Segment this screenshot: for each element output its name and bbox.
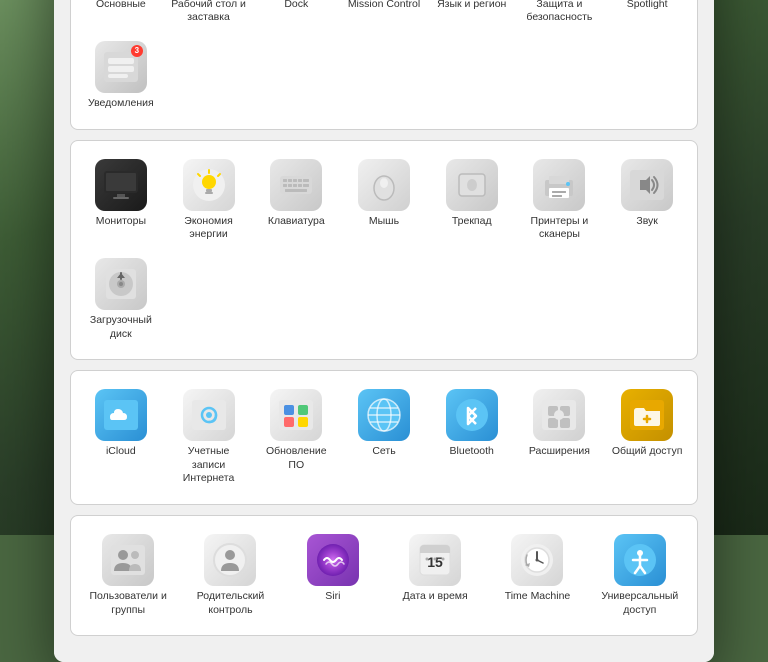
icloud-icon: [95, 389, 147, 441]
personal-grid: Основные: [79, 0, 689, 117]
mouse-icon: [358, 159, 410, 211]
timemachine-icon: [511, 534, 563, 586]
icon-monitors[interactable]: Мониторы: [79, 153, 163, 248]
siri-icon: [307, 534, 359, 586]
icon-energy[interactable]: Экономия энергии: [167, 153, 251, 248]
datetime-icon: 15: [409, 534, 461, 586]
sharing-label: Общий доступ: [612, 445, 683, 459]
trackpad-label: Трекпад: [452, 215, 492, 229]
icon-notif[interactable]: 3 Уведомления: [79, 35, 163, 117]
icon-bluetooth[interactable]: Bluetooth: [430, 383, 514, 492]
system-preferences-window: ‹ › Системные настройки 🔍 Поиск: [54, 0, 714, 662]
timemachine-label: Time Machine: [505, 590, 571, 604]
energy-label: Экономия энергии: [171, 215, 247, 242]
accessibility-icon: [614, 534, 666, 586]
icon-osnovnye[interactable]: Основные: [79, 0, 163, 31]
icon-accessibility[interactable]: Универсальный доступ: [591, 528, 689, 623]
lang-label: Язык и регион: [437, 0, 506, 11]
icon-extensions[interactable]: Расширения: [518, 383, 602, 492]
icon-siri[interactable]: Siri: [284, 528, 382, 623]
security-label: Защита и безопасность: [522, 0, 598, 25]
hardware-grid: Мониторы: [79, 153, 689, 348]
network-icon: [358, 389, 410, 441]
icon-icloud[interactable]: iCloud: [79, 383, 163, 492]
icon-timemachine[interactable]: Time Machine: [488, 528, 586, 623]
icon-keyboard[interactable]: Клавиатура: [254, 153, 338, 248]
datetime-label: Дата и время: [403, 590, 468, 604]
keyboard-icon: [270, 159, 322, 211]
desktop-label: Рабочий стол и заставка: [171, 0, 247, 25]
spotlight-label: Spotlight: [627, 0, 668, 11]
printers-label: Принтеры и сканеры: [522, 215, 598, 242]
icon-dock[interactable]: Dock: [254, 0, 338, 31]
parental-label: Родительский контроль: [185, 590, 275, 617]
internet-grid: iCloud Учетные записи Интернета: [79, 383, 689, 492]
sound-icon: [621, 159, 673, 211]
icon-accounts[interactable]: Учетные записи Интернета: [167, 383, 251, 492]
icon-printers[interactable]: Принтеры и сканеры: [518, 153, 602, 248]
users-label: Пользователи и группы: [83, 590, 173, 617]
sound-label: Звук: [636, 215, 658, 229]
bluetooth-label: Bluetooth: [450, 445, 494, 459]
icon-security[interactable]: Защита и безопасность: [518, 0, 602, 31]
icon-parental[interactable]: Родительский контроль: [181, 528, 279, 623]
icon-trackpad[interactable]: Трекпад: [430, 153, 514, 248]
network-label: Сеть: [372, 445, 395, 459]
update-icon: [270, 389, 322, 441]
svg-text:15: 15: [427, 554, 443, 570]
monitors-icon: [95, 159, 147, 211]
icon-datetime[interactable]: 15 Дата и время: [386, 528, 484, 623]
accessibility-label: Универсальный доступ: [595, 590, 685, 617]
trackpad-icon: [446, 159, 498, 211]
system-grid: Пользователи и группы Родительский контр…: [79, 528, 689, 623]
icon-sharing[interactable]: Общий доступ: [605, 383, 689, 492]
users-icon: [102, 534, 154, 586]
startup-icon: [95, 258, 147, 310]
icon-desktop[interactable]: File Рабочий стол и заставка: [167, 0, 251, 31]
icon-sound[interactable]: Звук: [605, 153, 689, 248]
icon-lang[interactable]: Язык и регион: [430, 0, 514, 31]
content-area: Основные: [54, 0, 714, 662]
parental-icon: [204, 534, 256, 586]
internet-section: iCloud Учетные записи Интернета: [70, 370, 698, 505]
icon-mission[interactable]: Mission Control: [342, 0, 426, 31]
notif-label: Уведомления: [88, 97, 154, 111]
icon-network[interactable]: Сеть: [342, 383, 426, 492]
sharing-icon: [621, 389, 673, 441]
printers-icon: [533, 159, 585, 211]
dock-label: Dock: [284, 0, 308, 11]
startup-label: Загрузочный диск: [83, 314, 159, 341]
icon-mouse[interactable]: Мышь: [342, 153, 426, 248]
bluetooth-icon: [446, 389, 498, 441]
personal-section: Основные: [70, 0, 698, 130]
siri-label: Siri: [325, 590, 340, 604]
icon-startup[interactable]: Загрузочный диск: [79, 252, 163, 347]
icon-spotlight[interactable]: Spotlight: [605, 0, 689, 31]
monitors-label: Мониторы: [96, 215, 146, 229]
mission-label: Mission Control: [348, 0, 420, 11]
system-section: Пользователи и группы Родительский контр…: [70, 515, 698, 636]
accounts-icon: [183, 389, 235, 441]
update-label: Обновление ПО: [258, 445, 334, 472]
keyboard-label: Клавиатура: [268, 215, 325, 229]
extensions-icon: [533, 389, 585, 441]
icon-users[interactable]: Пользователи и группы: [79, 528, 177, 623]
energy-icon: [183, 159, 235, 211]
accounts-label: Учетные записи Интернета: [171, 445, 247, 486]
hardware-section: Мониторы: [70, 140, 698, 361]
osnovnye-label: Основные: [96, 0, 146, 11]
extensions-label: Расширения: [529, 445, 590, 459]
icloud-label: iCloud: [106, 445, 136, 459]
notif-icon: 3: [95, 41, 147, 93]
mouse-label: Мышь: [369, 215, 399, 229]
icon-update[interactable]: Обновление ПО: [254, 383, 338, 492]
